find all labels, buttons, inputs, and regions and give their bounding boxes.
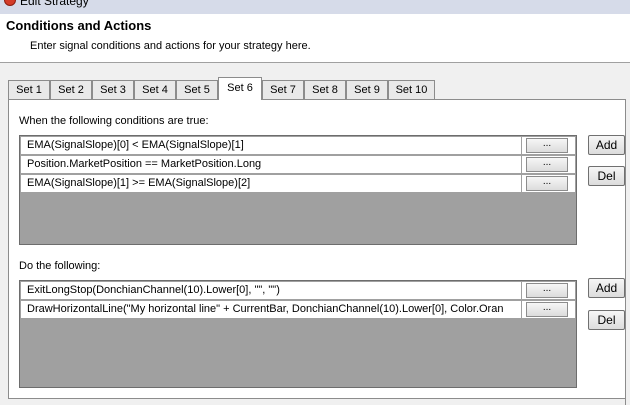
tab-set-5[interactable]: Set 5 — [176, 80, 218, 99]
column-divider — [521, 175, 522, 193]
dialog-right-edge — [625, 99, 630, 405]
tab-set-7[interactable]: Set 7 — [262, 80, 304, 99]
actions-label: Do the following: — [19, 260, 101, 272]
action-edit-button[interactable]: ... — [526, 283, 568, 298]
actions-group: Do the following: ExitLongStop(DonchianC… — [19, 260, 597, 390]
delete-condition-button[interactable]: Del — [588, 166, 625, 186]
condition-row[interactable]: EMA(SignalSlope)[0] < EMA(SignalSlope)[1… — [21, 137, 575, 155]
condition-expression: Position.MarketPosition == MarketPositio… — [27, 158, 262, 170]
condition-edit-button[interactable]: ... — [526, 157, 568, 172]
conditions-list[interactable]: EMA(SignalSlope)[0] < EMA(SignalSlope)[1… — [19, 135, 577, 245]
tab-set-1[interactable]: Set 1 — [8, 80, 50, 99]
column-divider — [521, 282, 522, 300]
conditions-group: When the following conditions are true: … — [19, 115, 597, 245]
tab-set-4[interactable]: Set 4 — [134, 80, 176, 99]
condition-row[interactable]: Position.MarketPosition == MarketPositio… — [21, 156, 575, 174]
page-header: Conditions and Actions Enter signal cond… — [0, 14, 630, 62]
column-divider — [521, 156, 522, 174]
column-divider — [521, 301, 522, 319]
page-subtitle: Enter signal conditions and actions for … — [30, 40, 311, 52]
page-title: Conditions and Actions — [6, 18, 152, 33]
title-bar: Edit Strategy — [0, 0, 630, 14]
actions-list[interactable]: ExitLongStop(DonchianChannel(10).Lower[0… — [19, 280, 577, 388]
add-condition-button[interactable]: Add — [588, 135, 625, 155]
window-title: Edit Strategy — [20, 0, 89, 8]
tab-set-9[interactable]: Set 9 — [346, 80, 388, 99]
tab-set-3[interactable]: Set 3 — [92, 80, 134, 99]
condition-edit-button[interactable]: ... — [526, 138, 568, 153]
condition-expression: EMA(SignalSlope)[0] < EMA(SignalSlope)[1… — [27, 139, 244, 151]
tab-set-2[interactable]: Set 2 — [50, 80, 92, 99]
condition-row[interactable]: EMA(SignalSlope)[1] >= EMA(SignalSlope)[… — [21, 175, 575, 193]
add-action-button[interactable]: Add — [588, 278, 625, 298]
condition-edit-button[interactable]: ... — [526, 176, 568, 191]
condition-expression: EMA(SignalSlope)[1] >= EMA(SignalSlope)[… — [27, 177, 251, 189]
delete-action-button[interactable]: Del — [588, 310, 625, 330]
action-row[interactable]: ExitLongStop(DonchianChannel(10).Lower[0… — [21, 282, 575, 300]
column-divider — [521, 137, 522, 155]
app-icon — [4, 0, 16, 6]
action-edit-button[interactable]: ... — [526, 302, 568, 317]
action-row[interactable]: DrawHorizontalLine("My horizontal line" … — [21, 301, 575, 319]
tab-panel: When the following conditions are true: … — [8, 99, 630, 399]
action-expression: DrawHorizontalLine("My horizontal line" … — [27, 303, 504, 315]
action-expression: ExitLongStop(DonchianChannel(10).Lower[0… — [27, 284, 280, 296]
tab-set-8[interactable]: Set 8 — [304, 80, 346, 99]
conditions-label: When the following conditions are true: — [19, 115, 209, 127]
tab-set-6[interactable]: Set 6 — [218, 77, 262, 100]
tab-set-10[interactable]: Set 10 — [388, 80, 435, 99]
